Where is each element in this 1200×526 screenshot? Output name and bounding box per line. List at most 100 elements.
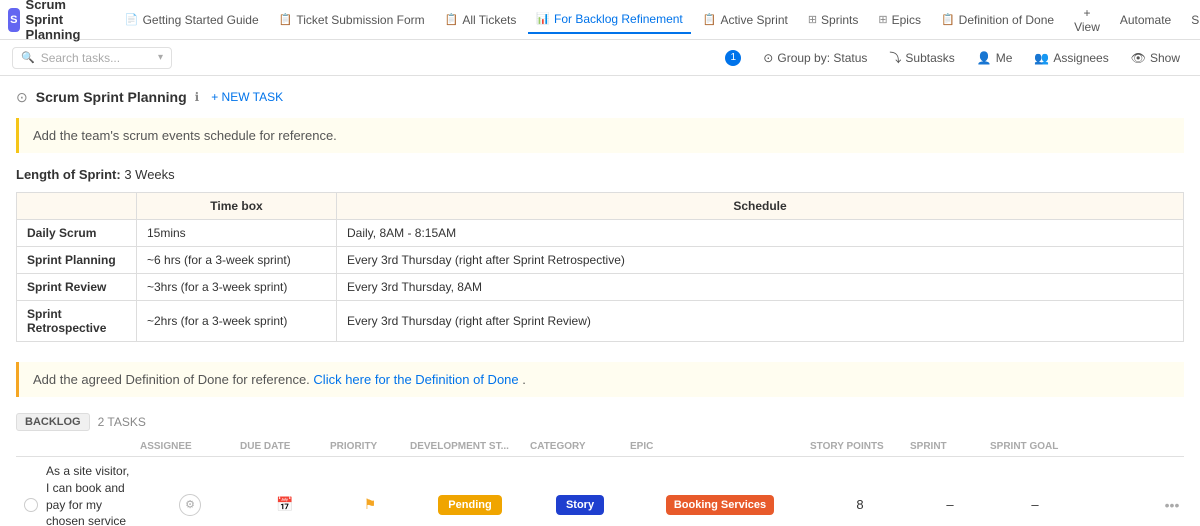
- event-timebox: ~2hrs (for a 3-week sprint): [137, 301, 337, 342]
- task-sprint-1: –: [910, 497, 990, 512]
- col-schedule: Schedule: [337, 193, 1184, 220]
- show-button[interactable]: 👁 Show: [1123, 48, 1188, 68]
- col-dev-status: DEVELOPMENT ST...: [410, 441, 530, 452]
- table-row: Sprint Retrospective ~2hrs (for a 3-week…: [17, 301, 1184, 342]
- assign-icon-1[interactable]: ⚙: [179, 494, 201, 516]
- backlog-header: BACKLOG 2 TASKS: [16, 413, 1184, 431]
- notice-box: Add the team's scrum events schedule for…: [16, 118, 1184, 153]
- dod-link[interactable]: Click here for the Definition of Done: [313, 372, 518, 387]
- page-header: ⊙ Scrum Sprint Planning ℹ + NEW TASK: [16, 88, 1184, 106]
- main-content: ⊙ Scrum Sprint Planning ℹ + NEW TASK Add…: [0, 76, 1200, 526]
- tab-epics[interactable]: ⊞ Epics: [870, 6, 929, 34]
- tab-label: Epics: [892, 13, 921, 27]
- col-epic: EPIC: [630, 441, 810, 452]
- tab-getting-started[interactable]: 📄 Getting Started Guide: [117, 6, 267, 34]
- task-check-1[interactable]: [16, 498, 46, 512]
- group-by-label: Group by: Status: [777, 51, 867, 65]
- dod-text-before: Add the agreed Definition of Done for re…: [33, 372, 310, 387]
- tab-active-sprint[interactable]: 📋 Active Sprint: [695, 6, 796, 34]
- tab-label: All Tickets: [462, 13, 516, 27]
- tab-icon: 📋: [445, 13, 459, 26]
- assignees-icon: 👥: [1034, 51, 1049, 65]
- task-table-header: ASSIGNEE DUE DATE PRIORITY DEVELOPMENT S…: [16, 437, 1184, 457]
- epic-badge-1: Booking Services: [666, 495, 774, 515]
- tab-icon: 📄: [125, 13, 139, 26]
- task-assignee-1[interactable]: ⚙: [140, 494, 240, 516]
- group-by-button[interactable]: ⊙ Group by: Status: [755, 48, 875, 68]
- sprint-length-label: Length of Sprint:: [16, 167, 121, 182]
- share-button[interactable]: Share: [1183, 9, 1200, 31]
- col-event: [17, 193, 137, 220]
- task-text-1: As a site visitor, I can book and pay fo…: [46, 463, 140, 526]
- nav-actions: + View Automate Share: [1066, 2, 1200, 38]
- toolbar-right: 1 ⊙ Group by: Status ⤵ Subtasks 👤 Me 👥 A…: [717, 46, 1188, 69]
- event-timebox: 15mins: [137, 220, 337, 247]
- tab-icon: ⊞: [808, 13, 817, 26]
- event-schedule: Every 3rd Thursday (right after Sprint R…: [337, 301, 1184, 342]
- page-header-info: ℹ: [195, 90, 200, 104]
- logo-icon: S: [8, 8, 20, 32]
- col-sprint-goal: SPRINT GOAL: [990, 441, 1080, 452]
- event-name: Daily Scrum: [17, 220, 137, 247]
- assignees-label: Assignees: [1053, 51, 1108, 65]
- dod-notice: Add the agreed Definition of Done for re…: [16, 362, 1184, 397]
- col-sprint: SPRINT: [910, 441, 990, 452]
- event-timebox: ~6 hrs (for a 3-week sprint): [137, 247, 337, 274]
- search-arrow-icon: ▾: [158, 52, 163, 63]
- view-button[interactable]: + View: [1066, 2, 1108, 38]
- tab-icon: 📊: [536, 12, 550, 25]
- me-button[interactable]: 👤 Me: [969, 48, 1021, 68]
- tab-sprints[interactable]: ⊞ Sprints: [800, 6, 867, 34]
- me-icon: 👤: [977, 51, 992, 65]
- subtasks-icon: ⤵: [889, 49, 901, 66]
- tab-icon: 📋: [703, 13, 717, 26]
- col-priority: PRIORITY: [330, 441, 410, 452]
- calendar-icon-1[interactable]: 📅: [276, 496, 293, 513]
- dod-text-after: .: [522, 372, 526, 387]
- page-title: Scrum Sprint Planning: [36, 89, 187, 105]
- sprint-length-value: 3 Weeks: [124, 167, 174, 182]
- tab-backlog-refinement[interactable]: 📊 For Backlog Refinement: [528, 6, 690, 34]
- show-icon: 👁: [1131, 51, 1146, 65]
- filter-button[interactable]: 1: [717, 47, 749, 69]
- task-story-points-1: 8: [810, 497, 910, 512]
- scrum-events-table: Time box Schedule Daily Scrum 15mins Dai…: [16, 192, 1184, 342]
- subtasks-label: Subtasks: [905, 51, 954, 65]
- task-due-date-1[interactable]: 📅: [240, 496, 330, 513]
- task-epic-1: Booking Services: [630, 495, 810, 515]
- backlog-label: BACKLOG: [16, 413, 90, 431]
- subtasks-button[interactable]: ⤵ Subtasks: [881, 46, 962, 69]
- top-nav: S Scrum Sprint Planning 📄 Getting Starte…: [0, 0, 1200, 40]
- task-more-1[interactable]: •••: [1160, 497, 1184, 513]
- col-assignee: ASSIGNEE: [140, 441, 240, 452]
- tab-ticket-form[interactable]: 📋 Ticket Submission Form: [271, 6, 433, 34]
- event-schedule: Every 3rd Thursday, 8AM: [337, 274, 1184, 301]
- tab-all-tickets[interactable]: 📋 All Tickets: [437, 6, 525, 34]
- tab-icon: ⊞: [878, 13, 887, 26]
- me-label: Me: [996, 51, 1013, 65]
- col-story-points: STORY POINTS: [810, 441, 910, 452]
- search-placeholder: Search tasks...: [41, 51, 152, 65]
- col-category: CATEGORY: [530, 441, 630, 452]
- filter-badge: 1: [725, 50, 741, 66]
- show-label: Show: [1150, 51, 1180, 65]
- category-badge-1: Story: [556, 495, 604, 515]
- tab-label: Ticket Submission Form: [296, 13, 424, 27]
- table-row: Daily Scrum 15mins Daily, 8AM - 8:15AM: [17, 220, 1184, 247]
- task-status-1: Pending: [410, 495, 530, 515]
- event-name: Sprint Planning: [17, 247, 137, 274]
- event-name: Sprint Review: [17, 274, 137, 301]
- tab-definition-of-done[interactable]: 📋 Definition of Done: [933, 6, 1062, 34]
- col-due-date: DUE DATE: [240, 441, 330, 452]
- tab-label: Definition of Done: [959, 13, 1054, 27]
- app-logo: S Scrum Sprint Planning: [8, 0, 93, 42]
- new-task-button[interactable]: + NEW TASK: [207, 88, 287, 106]
- task-checkbox-1[interactable]: [24, 498, 38, 512]
- search-box[interactable]: 🔍 Search tasks... ▾: [12, 47, 172, 69]
- more-icon-1[interactable]: •••: [1165, 497, 1180, 513]
- assignees-button[interactable]: 👥 Assignees: [1026, 48, 1116, 68]
- event-name: Sprint Retrospective: [17, 301, 137, 342]
- automate-button[interactable]: Automate: [1112, 9, 1179, 31]
- task-category-1: Story: [530, 495, 630, 515]
- table-row: Sprint Review ~3hrs (for a 3-week sprint…: [17, 274, 1184, 301]
